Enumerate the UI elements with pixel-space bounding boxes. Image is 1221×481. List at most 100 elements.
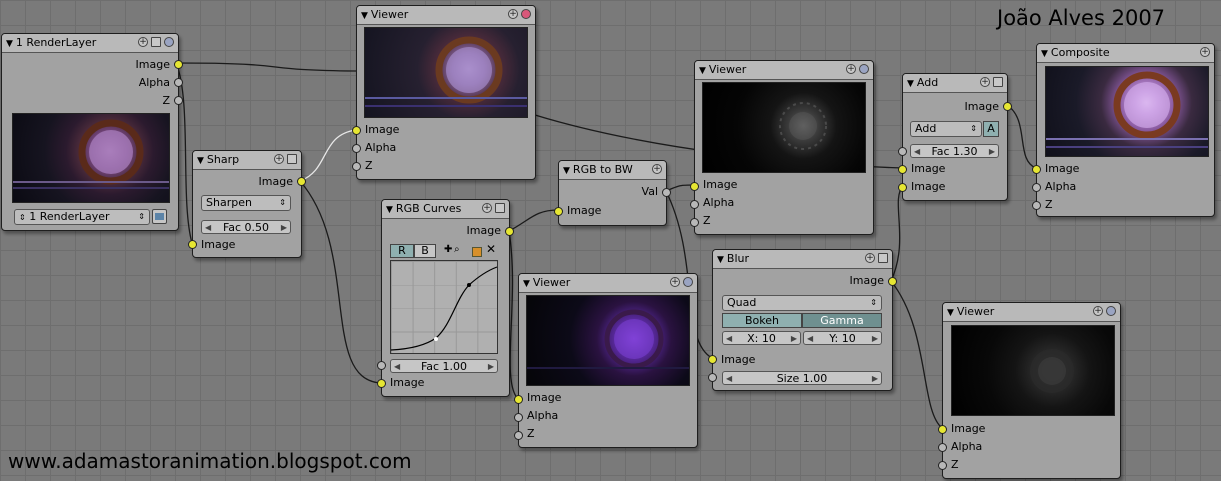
- viewer3-socket-alpha[interactable]: [690, 200, 699, 209]
- viewer3-node[interactable]: ▼ Viewer + Image Alpha Z: [690, 60, 874, 235]
- increment-arrow-icon[interactable]: ▶: [872, 372, 878, 386]
- clipping-icon[interactable]: [472, 247, 482, 257]
- plus-icon[interactable]: +: [846, 64, 856, 74]
- collapse-triangle-icon[interactable]: ▼: [717, 255, 724, 265]
- collapse-triangle-icon[interactable]: ▼: [523, 279, 530, 289]
- viewer2-node[interactable]: ▼ Viewer + Image Alpha Z: [514, 273, 698, 448]
- blur-node-header[interactable]: ▼ Blur +: [713, 250, 892, 269]
- viewer2-socket-z[interactable]: [514, 431, 523, 440]
- viewer1-node-header[interactable]: ▼ Viewer +: [357, 6, 535, 25]
- options-icon[interactable]: [993, 77, 1003, 87]
- viewer4-socket-z[interactable]: [938, 461, 947, 470]
- options-icon[interactable]: [878, 253, 888, 263]
- blur-size-field[interactable]: ◀ Size 1.00 ▶: [722, 371, 882, 385]
- rgbtobw-node[interactable]: ▼ RGB to BW + Val Image: [554, 160, 671, 226]
- rgbcurves-node[interactable]: ▼ RGB Curves + Image R B ✚ ⌕ ✕ ◀ Fac 1.00…: [377, 199, 514, 397]
- viewer3-socket-z[interactable]: [690, 218, 699, 227]
- channel-b-button[interactable]: B: [414, 244, 436, 258]
- rgbtobw-socket-out-val[interactable]: [662, 188, 671, 197]
- collapse-triangle-icon[interactable]: ▼: [386, 205, 393, 215]
- blur-socket-in-image[interactable]: [708, 355, 717, 364]
- blur-socket-out-image[interactable]: [888, 277, 897, 286]
- add-fac-field[interactable]: ◀ Fac 1.30 ▶: [910, 144, 999, 158]
- viewer1-socket-alpha[interactable]: [352, 144, 361, 153]
- add-node-header[interactable]: ▼ Add +: [903, 74, 1007, 93]
- blur-x-field[interactable]: ◀ X: 10 ▶: [722, 331, 801, 345]
- channel-r-button[interactable]: R: [390, 244, 414, 258]
- increment-arrow-icon[interactable]: ▶: [872, 332, 878, 346]
- viewer1-socket-image[interactable]: [352, 126, 361, 135]
- collapse-triangle-icon[interactable]: ▼: [361, 11, 368, 21]
- viewer1-socket-z[interactable]: [352, 162, 361, 171]
- rgbcurves-socket-out-image[interactable]: [505, 227, 514, 236]
- blur-node[interactable]: ▼ Blur + Image Quad ⇕ Bokeh Gamma ◀ X: 10…: [708, 249, 897, 391]
- rgbcurves-fac-field[interactable]: ◀ Fac 1.00 ▶: [390, 359, 498, 373]
- add-blend-select[interactable]: Add ⇕: [910, 121, 982, 137]
- sharp-mode-select[interactable]: Sharpen ⇕: [201, 195, 291, 211]
- renderlayer-node[interactable]: ▼ 1 RenderLayer + Image Alpha Z ⇕ 1 Rende…: [1, 33, 183, 231]
- blur-y-field[interactable]: ◀ Y: 10 ▶: [803, 331, 882, 345]
- composite-node[interactable]: ▼ Composite + Image Alpha Z: [1032, 43, 1215, 217]
- rgbcurves-node-header[interactable]: ▼ RGB Curves +: [382, 200, 509, 219]
- increment-arrow-icon[interactable]: ▶: [488, 360, 494, 374]
- plus-icon[interactable]: +: [482, 203, 492, 213]
- image-browse-icon[interactable]: [152, 209, 167, 224]
- composite-socket-z[interactable]: [1032, 201, 1041, 210]
- sharp-node[interactable]: ▼ Sharp + Image Sharpen ⇕ ◀ Fac 0.50 ▶ Im…: [188, 150, 306, 258]
- add-socket-in-image2[interactable]: [898, 183, 907, 192]
- plus-icon[interactable]: +: [865, 253, 875, 263]
- collapse-triangle-icon[interactable]: ▼: [907, 79, 914, 89]
- composite-socket-alpha[interactable]: [1032, 183, 1041, 192]
- increment-arrow-icon[interactable]: ▶: [989, 145, 995, 159]
- delete-point-icon[interactable]: ✕: [486, 242, 496, 256]
- decrement-arrow-icon[interactable]: ◀: [807, 332, 813, 346]
- options-icon[interactable]: [287, 154, 297, 164]
- sphere-icon[interactable]: [859, 64, 869, 74]
- viewer3-node-header[interactable]: ▼ Viewer +: [695, 61, 873, 80]
- options-icon[interactable]: [151, 37, 161, 47]
- plus-icon[interactable]: +: [652, 164, 662, 174]
- renderlayer-socket-alpha[interactable]: [174, 78, 183, 87]
- plus-icon[interactable]: +: [508, 9, 518, 19]
- plus-icon[interactable]: +: [274, 154, 284, 164]
- sphere-icon[interactable]: [164, 37, 174, 47]
- viewer4-socket-alpha[interactable]: [938, 443, 947, 452]
- decrement-arrow-icon[interactable]: ◀: [726, 332, 732, 346]
- rgbcurves-socket-in-fac[interactable]: [377, 361, 386, 370]
- collapse-triangle-icon[interactable]: ▼: [6, 39, 13, 49]
- add-node[interactable]: ▼ Add + Image Add ⇕ A ◀ Fac 1.30 ▶ Image …: [898, 73, 1012, 201]
- increment-arrow-icon[interactable]: ▶: [791, 332, 797, 346]
- viewer3-socket-image[interactable]: [690, 182, 699, 191]
- sphere-icon[interactable]: [683, 277, 693, 287]
- add-socket-in-image1[interactable]: [898, 165, 907, 174]
- blur-socket-in-size[interactable]: [708, 373, 717, 382]
- rgbtobw-socket-in-image[interactable]: [554, 207, 563, 216]
- zoom-in-icon[interactable]: ✚: [444, 244, 452, 255]
- blur-filter-select[interactable]: Quad ⇕: [722, 295, 882, 311]
- viewer4-node[interactable]: ▼ Viewer + Image Alpha Z: [938, 302, 1121, 479]
- add-socket-out-image[interactable]: [1003, 102, 1012, 111]
- renderlayer-socket-z[interactable]: [174, 96, 183, 105]
- viewer2-socket-alpha[interactable]: [514, 413, 523, 422]
- plus-icon[interactable]: +: [138, 37, 148, 47]
- plus-icon[interactable]: +: [670, 277, 680, 287]
- composite-socket-image[interactable]: [1032, 165, 1041, 174]
- renderlayer-layer-select[interactable]: ⇕ 1 RenderLayer ⇕: [14, 209, 150, 225]
- sharp-node-header[interactable]: ▼ Sharp +: [193, 151, 301, 170]
- composite-node-header[interactable]: ▼ Composite +: [1037, 44, 1214, 63]
- options-icon[interactable]: [495, 203, 505, 213]
- curve-editor[interactable]: [390, 260, 498, 354]
- collapse-triangle-icon[interactable]: ▼: [699, 66, 706, 76]
- collapse-triangle-icon[interactable]: ▼: [563, 166, 570, 176]
- viewer4-socket-image[interactable]: [938, 425, 947, 434]
- plus-icon[interactable]: +: [980, 77, 990, 87]
- plus-icon[interactable]: +: [1093, 306, 1103, 316]
- rgbcurves-socket-in-image[interactable]: [377, 379, 386, 388]
- plus-icon[interactable]: +: [1200, 47, 1210, 57]
- renderlayer-node-header[interactable]: ▼ 1 RenderLayer +: [2, 34, 178, 53]
- add-socket-in-fac[interactable]: [898, 147, 907, 156]
- decrement-arrow-icon[interactable]: ◀: [205, 221, 211, 235]
- use-alpha-toggle[interactable]: A: [983, 121, 999, 137]
- collapse-triangle-icon[interactable]: ▼: [1041, 49, 1048, 59]
- increment-arrow-icon[interactable]: ▶: [281, 221, 287, 235]
